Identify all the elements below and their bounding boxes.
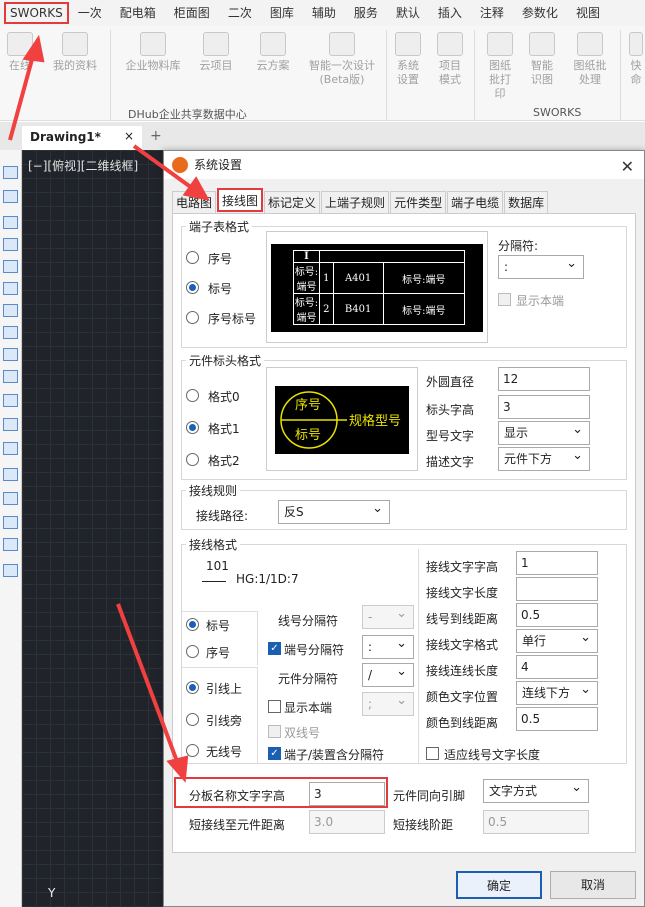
arrow-to-sworks-tab	[8, 51, 36, 141]
arrow-head	[182, 176, 210, 201]
arrow-to-wiring-tab	[132, 144, 194, 190]
arrow-to-board-height	[116, 603, 180, 765]
arrow-head	[22, 34, 45, 63]
arrow-head	[166, 755, 189, 783]
annotation-arrows	[8, 34, 210, 783]
